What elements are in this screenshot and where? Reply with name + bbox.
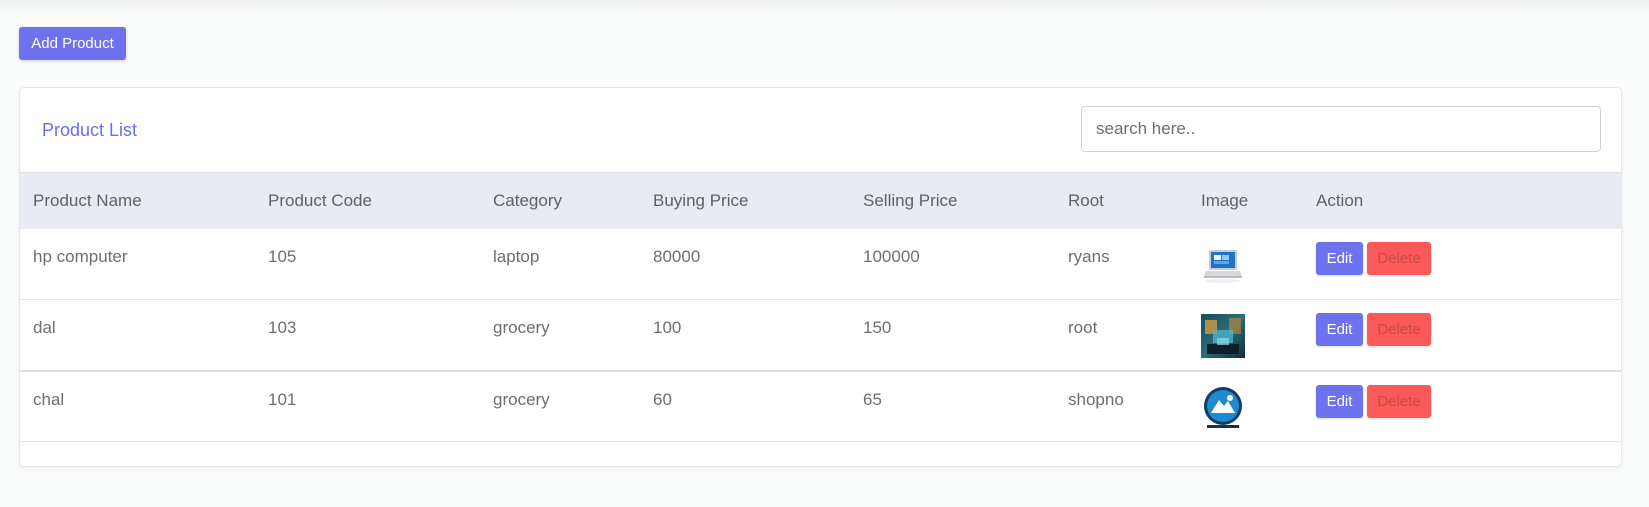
cell-category: grocery xyxy=(493,389,550,409)
cell-product-name: dal xyxy=(33,318,56,337)
cell-root: ryans xyxy=(1068,246,1110,266)
column-header-selling-price[interactable]: Selling Price xyxy=(850,172,1055,229)
cell-selling-price: 100000 xyxy=(863,246,920,266)
cell-buying-price: 100 xyxy=(653,318,682,337)
column-header-image: Image xyxy=(1188,172,1303,229)
table-row: hp computer 105 laptop 80000 100000 ryan… xyxy=(20,229,1621,300)
laptop-thumbnail xyxy=(1201,242,1245,287)
product-table: Product Name Product Code Category Buyin… xyxy=(20,172,1621,442)
cell-image xyxy=(1188,300,1303,371)
top-bar-shadow xyxy=(0,0,1649,14)
scene-thumbnail xyxy=(1201,314,1245,358)
cell-root: shopno xyxy=(1068,389,1124,409)
table-row: dal 103 grocery 100 150 root Edit Delete xyxy=(20,300,1621,371)
cell-product-code: 101 xyxy=(268,389,297,409)
cell-actions: Edit Delete xyxy=(1303,371,1621,442)
column-header-product-code[interactable]: Product Code xyxy=(255,172,480,229)
cell-product-code: 105 xyxy=(268,246,297,266)
column-header-action: Action xyxy=(1303,172,1621,229)
delete-button[interactable]: Delete xyxy=(1367,241,1431,275)
cell-category: grocery xyxy=(493,318,550,337)
column-header-buying-price[interactable]: Buying Price xyxy=(640,172,850,229)
cell-product-name: chal xyxy=(33,389,65,409)
table-header-row: Product Name Product Code Category Buyin… xyxy=(20,172,1621,229)
edit-button[interactable]: Edit xyxy=(1316,241,1363,275)
cell-selling-price: 65 xyxy=(863,389,882,409)
cell-actions: Edit Delete xyxy=(1303,229,1621,300)
delete-button[interactable]: Delete xyxy=(1367,384,1431,418)
card-header: Product List xyxy=(20,88,1621,172)
cell-selling-price: 150 xyxy=(863,318,892,337)
cell-image xyxy=(1188,229,1303,300)
logo-thumbnail xyxy=(1201,385,1245,430)
product-list-card: Product List Product Name Product Code C… xyxy=(19,87,1622,467)
page-title: Product List xyxy=(42,120,138,140)
edit-button[interactable]: Edit xyxy=(1316,313,1363,346)
cell-product-code: 103 xyxy=(268,318,297,337)
cell-actions: Edit Delete xyxy=(1303,300,1621,371)
delete-button[interactable]: Delete xyxy=(1367,313,1431,346)
add-product-button[interactable]: Add Product xyxy=(19,27,126,60)
column-header-product-name[interactable]: Product Name xyxy=(20,172,255,229)
cell-category: laptop xyxy=(493,246,540,266)
cell-root: root xyxy=(1068,318,1098,337)
cell-buying-price: 60 xyxy=(653,389,672,409)
table-row: chal 101 grocery 60 65 shopno Edit Delet… xyxy=(20,371,1621,442)
cell-product-name: hp computer xyxy=(33,246,128,266)
edit-button[interactable]: Edit xyxy=(1316,384,1363,418)
cell-buying-price: 80000 xyxy=(653,246,701,266)
cell-image xyxy=(1188,371,1303,442)
column-header-category[interactable]: Category xyxy=(480,172,640,229)
column-header-root[interactable]: Root xyxy=(1055,172,1188,229)
search-input[interactable] xyxy=(1081,106,1601,152)
